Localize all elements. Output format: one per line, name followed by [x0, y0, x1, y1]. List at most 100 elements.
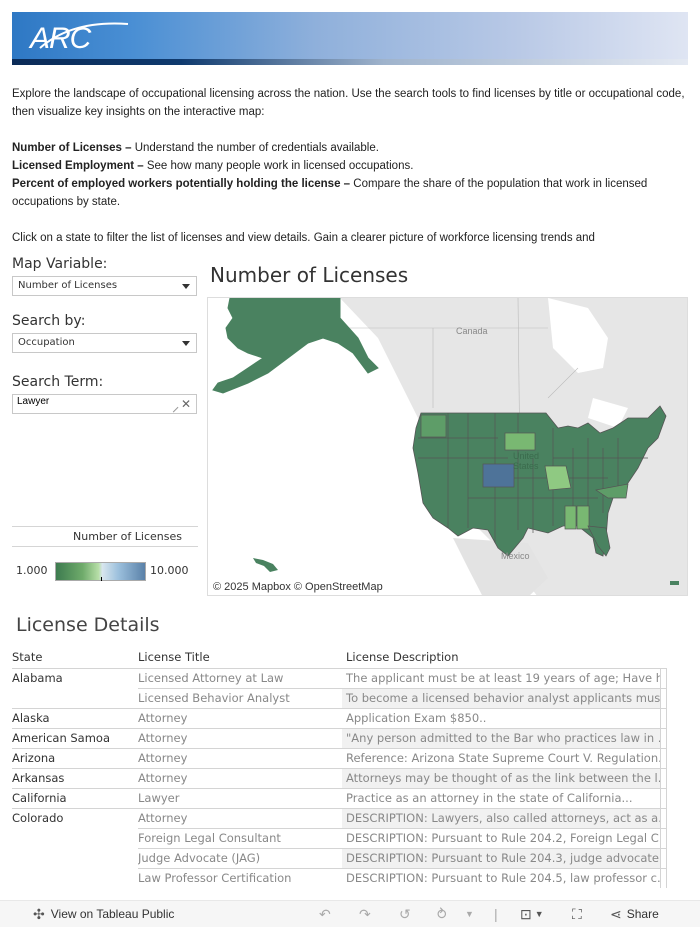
cell-state[interactable] [12, 688, 136, 708]
cell-state[interactable] [12, 848, 136, 868]
cell-license-title[interactable]: Law Professor Certification [138, 868, 340, 888]
intro-item-employment: Licensed Employment – See how many peopl… [12, 157, 688, 175]
map-title: Number of Licenses [210, 263, 409, 287]
cell-license-title[interactable]: Licensed Behavior Analyst [138, 688, 340, 708]
state-hawaii [253, 558, 278, 572]
chevron-down-icon: ▼ [465, 909, 474, 919]
cell-state[interactable]: Arizona [12, 748, 136, 768]
revert-icon: ↺ [399, 906, 411, 922]
cell-state[interactable]: California [12, 788, 136, 808]
cell-state[interactable]: Arkansas [12, 768, 136, 788]
intro-term: Percent of employed workers potentially … [12, 178, 351, 190]
intro-text: Explore the landscape of occupational li… [12, 85, 688, 247]
licenses-map[interactable]: Canada United States Mexico © 2025 Mapbo… [207, 297, 688, 596]
table-row[interactable]: Law Professor Certification DESCRIPTION: … [12, 868, 666, 888]
cell-license-title[interactable]: Attorney [138, 728, 340, 748]
search-term-input[interactable]: Lawyer ✕ [12, 394, 197, 414]
table-row[interactable]: Alabama Licensed Attorney at Law The appli… [12, 668, 666, 688]
table-row[interactable]: Arizona Attorney Reference: Arizona State … [12, 748, 666, 768]
intro-desc: Understand the number of credentials ava… [131, 142, 379, 154]
row-divider [12, 808, 666, 809]
header-state[interactable]: State [12, 650, 42, 664]
state-colorado [482, 463, 515, 488]
intro-item-licenses: Number of Licenses – Understand the numb… [12, 139, 688, 157]
state-alaska [212, 298, 379, 394]
map-label-states: States [513, 461, 539, 471]
cell-license-description[interactable]: Attorneys may be thought of as the link … [342, 768, 660, 788]
map-variable-select[interactable]: Number of Licenses [12, 276, 197, 296]
intro-term: Number of Licenses – [12, 142, 132, 154]
chevron-down-icon: ▼ [534, 909, 544, 919]
cell-state[interactable] [12, 868, 136, 888]
table-row[interactable]: Foreign Legal Consultant DESCRIPTION: Pur… [12, 828, 666, 848]
cell-license-description[interactable]: Practice as an attorney in the state of … [342, 788, 660, 808]
cell-license-title[interactable]: Attorney [138, 808, 340, 828]
cell-license-description[interactable]: Application Exam $850.. [342, 708, 660, 728]
cell-state[interactable]: Alabama [12, 668, 136, 688]
redo-icon: ↷ [359, 906, 371, 922]
legend-divider [12, 546, 198, 547]
cell-license-description[interactable]: DESCRIPTION: Pursuant to Rule 204.5, law… [342, 868, 660, 888]
cell-state[interactable]: American Samoa [12, 728, 136, 748]
cell-license-description[interactable]: DESCRIPTION: Lawyers, also called attorn… [342, 808, 660, 828]
intro-desc: See how many people work in licensed occ… [143, 160, 414, 172]
cell-license-title[interactable]: Judge Advocate (JAG) [138, 848, 340, 868]
row-divider [12, 668, 666, 669]
state-south-dakota [504, 432, 536, 451]
cell-license-title[interactable]: Licensed Attorney at Law [138, 668, 340, 688]
redo-button[interactable]: ↷ [359, 907, 371, 921]
cell-license-description[interactable]: DESCRIPTION: Pursuant to Rule 204.2, For… [342, 828, 660, 848]
view-on-tableau-public-button[interactable]: ✣ View on Tableau Public [33, 907, 174, 921]
map-label-united: United [513, 451, 540, 461]
map-attribution[interactable]: © 2025 Mapbox © OpenStreetMap [210, 581, 386, 593]
chevron-down-icon [182, 341, 190, 346]
table-row[interactable]: Arkansas Attorney Attorneys may be thought… [12, 768, 666, 788]
cell-license-description[interactable]: To become a licensed behavior analyst ap… [342, 688, 660, 708]
cell-state[interactable] [12, 828, 136, 848]
refresh-menu-button[interactable]: ▼ [465, 907, 474, 921]
table-row[interactable]: American Samoa Attorney "Any person admitt… [12, 728, 666, 748]
cell-state[interactable]: Colorado [12, 808, 136, 828]
toolbar-divider: | [494, 907, 498, 921]
download-button[interactable]: ⊡ ▼ [520, 907, 544, 921]
table-row[interactable]: California Lawyer Practice as an attorney … [12, 788, 666, 808]
header-license-title[interactable]: License Title [138, 650, 210, 664]
resize-handle-icon[interactable] [168, 402, 179, 413]
share-label: Share [626, 907, 659, 921]
intro-paragraph: Explore the landscape of occupational li… [12, 88, 685, 118]
territory-puerto-rico [670, 581, 679, 585]
search-by-select[interactable]: Occupation [12, 333, 197, 353]
fullscreen-button[interactable]: ⛶ [572, 907, 582, 921]
row-divider [138, 828, 666, 829]
cell-license-title[interactable]: Lawyer [138, 788, 340, 808]
share-button[interactable]: ⋖ Share [610, 907, 659, 921]
table-row[interactable]: Alaska Attorney Application Exam $850.. [12, 708, 666, 728]
cell-license-description[interactable]: Reference: Arizona State Supreme Court V… [342, 748, 660, 768]
cell-license-description[interactable]: "Any person admitted to the Bar who prac… [342, 728, 660, 748]
legend-midpoint-tick [101, 577, 102, 581]
revert-button[interactable]: ↺ [399, 907, 411, 921]
table-scrollbar[interactable] [660, 668, 667, 888]
cell-license-title[interactable]: Attorney [138, 748, 340, 768]
close-icon[interactable]: ✕ [181, 397, 191, 411]
cell-license-title[interactable]: Attorney [138, 768, 340, 788]
table-row[interactable]: Colorado Attorney DESCRIPTION: Lawyers, al… [12, 808, 666, 828]
intro-item-percent: Percent of employed workers potentially … [12, 175, 688, 211]
view-on-tableau-public-label: View on Tableau Public [50, 907, 175, 921]
cell-state[interactable]: Alaska [12, 708, 136, 728]
cell-license-description[interactable]: The applicant must be at least 19 years … [342, 668, 660, 688]
table-row[interactable]: Judge Advocate (JAG) DESCRIPTION: Pursuan… [12, 848, 666, 868]
table-row[interactable]: Licensed Behavior Analyst To become a lic… [12, 688, 666, 708]
legend-title: Number of Licenses [73, 530, 182, 543]
undo-button[interactable]: ↶ [319, 907, 331, 921]
cell-license-title[interactable]: Foreign Legal Consultant [138, 828, 340, 848]
refresh-button[interactable]: ⥁ [437, 907, 447, 921]
cell-license-description[interactable]: DESCRIPTION: Pursuant to Rule 204.3, jud… [342, 848, 660, 868]
map-canvas[interactable] [208, 298, 688, 596]
details-title: License Details [16, 614, 160, 636]
legend-divider [12, 526, 198, 527]
row-divider [12, 708, 666, 709]
cell-license-title[interactable]: Attorney [138, 708, 340, 728]
row-divider [12, 748, 666, 749]
header-license-description[interactable]: License Description [346, 650, 459, 664]
